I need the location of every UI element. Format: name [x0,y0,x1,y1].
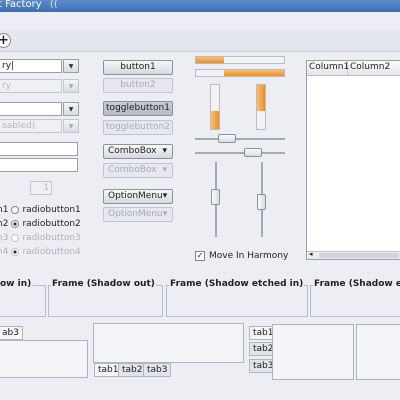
harmony-label: Move In Harmony [209,251,289,261]
notebook-right-panel [356,324,400,380]
radio-left-label-4: n4 [0,247,9,257]
option-menu-1-label: OptionMenu [108,191,163,201]
radio-button-2[interactable] [11,220,20,228]
radio-group: n1 radiobutton1 n2 radiobutton2 n3 radio… [0,204,87,258]
radio-left-label-1: n1 [0,205,9,215]
progress-fill-h2 [224,70,284,76]
frame-shadow-out-label: Frame (Shadow out) [51,279,156,289]
toolbar [0,30,400,52]
button-2: button2 [103,78,173,93]
spin-field: 1 [30,181,52,195]
entry-field-4: sabled) [0,119,62,133]
radio-label-2: radiobutton2 [22,219,81,229]
entry-dropdown-1[interactable]: ▼ [63,59,79,73]
progress-fill-h1 [196,57,225,63]
chevron-down-icon: ▾ [162,146,167,156]
entry-dropdown-3[interactable]: ▼ [63,102,79,116]
toggle-button-1[interactable]: togglebutton1 [103,101,173,116]
harmony-checkbox[interactable]: ✓ [195,251,205,261]
notebook-left-panel [0,340,88,378]
combobox-2-label: ComboBox [108,165,157,175]
chevron-down-icon: ▾ [162,209,168,219]
entry-field-2: ry [0,79,62,93]
notebook-side-panel [272,324,354,380]
tree-horizontal-scrollbar[interactable]: ◂ [307,250,400,259]
progress-fill-v1 [211,111,219,129]
radio-button-1[interactable] [11,206,20,214]
radio-row-1[interactable]: n1 radiobutton1 [0,204,87,216]
radio-left-label-2: n2 [0,219,9,229]
combobox-1[interactable]: ComboBox ▾ [103,144,173,159]
slider-handle-v1[interactable] [211,188,220,205]
option-menu-2: OptionMenu ▾ [103,207,173,222]
frame-shadow-etched-in [166,285,308,317]
radio-button-3 [11,234,20,242]
radio-button-4 [11,248,20,256]
slider-handle-v2[interactable] [257,194,266,211]
radio-left-label-3: n3 [0,233,9,243]
tree-header: Column1 Column2 [307,61,400,76]
entry-dropdown-4: ▼ [63,119,79,133]
radio-label-1: radiobutton1 [22,205,81,215]
chevron-down-icon: ▾ [162,191,168,201]
tab-bottom-3[interactable]: tab3 [143,363,172,377]
scroll-left-icon[interactable]: ◂ [309,250,313,258]
radio-row-3: n3 radiobutton3 [0,232,87,244]
tree-column-2[interactable]: Column2 [348,61,400,75]
radio-label-4: radiobutton4 [22,247,81,257]
window-title: t Factory [0,0,42,10]
slider-track-h1 [195,138,285,140]
button-1[interactable]: button1 [103,60,173,75]
slider-handle-h2[interactable] [243,148,262,157]
slider-handle-h1[interactable] [218,134,237,143]
tree-column-1[interactable]: Column1 [307,61,349,75]
entry-field-6[interactable] [0,158,78,172]
slider-track-h2 [195,152,285,154]
frame-shadow-etched-in-label: Frame (Shadow etched in) [169,279,305,289]
entry-field-1[interactable]: ry| [0,59,62,73]
progress-bar-v1 [210,84,220,130]
chevron-down-icon: ▾ [162,165,167,175]
combobox-1-label: ComboBox [108,146,157,156]
progress-fill-v2 [257,85,265,112]
progress-bar-h2 [195,69,285,77]
scroll-thumb[interactable] [319,253,399,258]
frame-shadow-out [48,285,163,317]
window-title-suffix: (( [50,0,58,10]
option-menu-2-label: OptionMenu [108,209,163,219]
entry-dropdown-2: ▼ [63,79,79,93]
frame-shadow-in [0,285,46,317]
radio-row-2[interactable]: n2 radiobutton2 [0,218,87,230]
frame-shadow-etched-out-label: Frame (Shadow etch [313,279,400,289]
radio-row-4: n4 radiobutton4 [0,246,87,258]
frame-shadow-in-label: ow in) [0,279,33,289]
frame-shadow-etched-out [310,285,400,317]
tree-view[interactable]: Column1 Column2 ◂ [306,60,400,260]
title-bar: t Factory (( [0,0,400,12]
entry-field-5[interactable] [0,142,78,156]
option-menu-1[interactable]: OptionMenu ▾ [103,189,173,204]
notebook-bottom-panel [93,323,244,363]
tab-left-3[interactable]: ab3 [0,326,23,340]
harmony-checkbox-row[interactable]: ✓ Move In Harmony [195,251,288,261]
combobox-2: ComboBox ▾ [103,163,173,178]
radio-label-3: radiobutton3 [22,233,81,243]
progress-bar-v2 [256,84,266,130]
entry-field-3[interactable] [0,102,62,116]
progress-bar-h1 [195,56,285,64]
toggle-button-2: togglebutton2 [103,120,173,135]
